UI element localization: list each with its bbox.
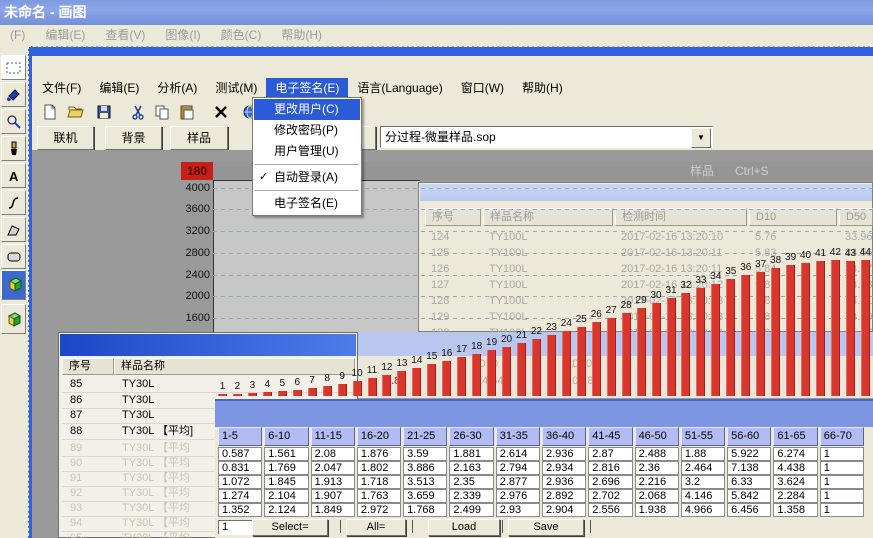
svg-text:A: A: [9, 169, 19, 184]
tool-cube-3d[interactable]: [1, 304, 26, 334]
tool-brush[interactable]: [1, 136, 26, 161]
paint-title-bar: 未命名 - 画图: [0, 0, 873, 25]
tool-rounded-rectangle[interactable]: [1, 244, 26, 269]
menu-item-0[interactable]: 更改用户(C): [254, 99, 360, 120]
menu-separator: [255, 190, 359, 191]
brush-icon: [6, 141, 22, 157]
tool-magnifier[interactable]: [1, 109, 26, 134]
paint-menu-item-0[interactable]: (F): [0, 25, 35, 46]
curve-icon: [6, 195, 22, 211]
menu-separator: [255, 164, 359, 165]
paint-menu-item-1[interactable]: 编辑(E): [35, 25, 95, 46]
screen: 未命名 - 画图 (F)编辑(E)查看(V)图像(I)颜色(C)帮助(H) A …: [0, 0, 873, 538]
signature-dropdown-menu: 更改用户(C)修改密码(P)用户管理(U) 自动登录(A)✓ 电子签名(E): [252, 97, 362, 216]
tool-free-select[interactable]: [1, 55, 26, 80]
tool-text[interactable]: A: [1, 163, 26, 188]
paint-tool-palette: A: [0, 46, 28, 538]
paint-menu-item-4[interactable]: 颜色(C): [211, 25, 272, 46]
cube-3d-icon: [5, 310, 23, 328]
free-select-icon: [6, 60, 22, 76]
checkmark-icon: ✓: [259, 167, 268, 188]
paint-menu-bar: (F)编辑(E)查看(V)图像(I)颜色(C)帮助(H): [0, 25, 873, 46]
selection-marquee: [28, 46, 873, 538]
tool-cube-3d-selected[interactable]: [1, 270, 26, 300]
tool-fill[interactable]: [1, 82, 26, 107]
menu-item-2[interactable]: 用户管理(U): [254, 141, 360, 162]
menu-item-1[interactable]: 修改密码(P): [254, 120, 360, 141]
text-icon: A: [6, 168, 22, 184]
paint-menu-item-3[interactable]: 图像(I): [155, 25, 210, 46]
tool-curve[interactable]: [1, 190, 26, 215]
paint-menu-item-5[interactable]: 帮助(H): [271, 25, 332, 46]
menu-item-6[interactable]: 电子签名(E): [254, 193, 360, 214]
tool-polygon[interactable]: [1, 217, 26, 242]
menu-item-4[interactable]: 自动登录(A)✓: [254, 167, 360, 188]
magnifier-icon: [6, 114, 22, 130]
paint-menu-item-2[interactable]: 查看(V): [95, 25, 155, 46]
fill-icon: [6, 87, 22, 103]
polygon-icon: [6, 222, 22, 238]
paint-title: 未命名 - 画图: [4, 4, 86, 20]
rounded-rectangle-icon: [6, 249, 22, 265]
cube-3d-selected-icon: [5, 276, 23, 294]
